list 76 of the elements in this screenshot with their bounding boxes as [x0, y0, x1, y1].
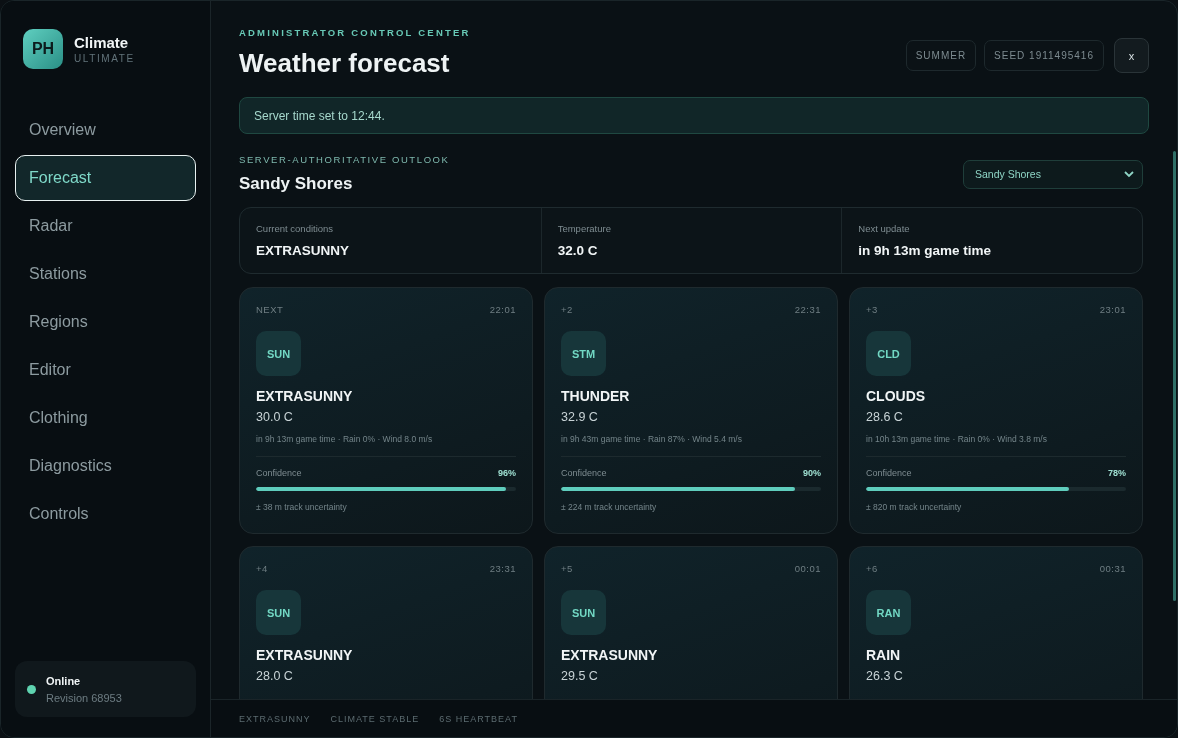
weather-code: CLD — [866, 331, 911, 376]
header-eyebrow: ADMINISTRATOR CONTROL CENTER — [239, 27, 471, 38]
slot-label: +3 — [866, 304, 878, 315]
uncertainty-text: ± 820 m track uncertainty — [866, 502, 963, 512]
slot-time: 23:01 — [1099, 304, 1126, 315]
slot-time: 22:01 — [489, 304, 516, 315]
region-select[interactable]: Sandy Shores — [963, 159, 1143, 189]
info-chip: SEED 1911495416 — [984, 40, 1104, 71]
slot-label: NEXT — [256, 304, 284, 315]
condition-text: CLOUDS — [866, 388, 927, 404]
nav-item[interactable]: Controls — [15, 491, 196, 537]
confidence-value: 78% — [1108, 468, 1126, 478]
slot-label: +4 — [256, 563, 268, 574]
stat-value: EXTRASUNNY — [256, 243, 350, 258]
footer-item: 6S HEARTBEAT — [439, 713, 518, 724]
section-eyebrow: SERVER-AUTHORITATIVE OUTLOOK — [239, 154, 450, 165]
condition-text: RAIN — [866, 647, 902, 663]
slot-time: 00:01 — [794, 563, 821, 574]
chevron-down-icon — [1124, 170, 1134, 178]
slot-time: 23:31 — [489, 563, 516, 574]
nav-item[interactable]: Stations — [15, 251, 196, 297]
footer-item: EXTRASUNNY — [239, 713, 311, 724]
weather-code: RAN — [866, 590, 911, 635]
app-logo: PH — [23, 29, 63, 69]
nav-item[interactable]: Diagnostics — [15, 443, 196, 489]
slot-label: +6 — [866, 563, 878, 574]
details-text: in 9h 43m game time · Rain 87% · Wind 5.4 m/s — [561, 434, 743, 444]
revision-text: Revision 68953 — [46, 691, 122, 704]
temperature-text: 28.0 C — [256, 669, 294, 683]
temperature-text: 26.3 C — [866, 669, 904, 683]
nav-item[interactable]: Radar — [15, 203, 196, 249]
temperature-text: 30.0 C — [256, 410, 294, 424]
uncertainty-text: ± 38 m track uncertainty — [256, 502, 348, 512]
condition-text: EXTRASUNNY — [256, 388, 354, 404]
nav-item[interactable]: Clothing — [15, 395, 196, 441]
slot-time: 22:31 — [794, 304, 821, 315]
nav-item[interactable]: Overview — [15, 107, 196, 153]
details-text: in 10h 13m game time · Rain 0% · Wind 3.8 m/s — [866, 434, 1048, 444]
temperature-text: 28.6 C — [866, 410, 904, 424]
temperature-text: 29.5 C — [561, 669, 599, 683]
footer-item: CLIMATE STABLE — [330, 713, 420, 724]
nav-item[interactable]: Editor — [15, 347, 196, 393]
weather-code: SUN — [256, 590, 301, 635]
brand-name: Climate — [74, 34, 130, 51]
nav-item[interactable]: Regions — [15, 299, 196, 345]
slot-label: +5 — [561, 563, 573, 574]
stat-value: 32.0 C — [557, 243, 599, 258]
confidence-label: Confidence — [256, 468, 302, 478]
confidence-value: 96% — [498, 468, 516, 478]
uncertainty-text: ± 224 m track uncertainty — [561, 502, 658, 512]
notice-banner: Server time set to 12:44. — [239, 97, 1149, 134]
slot-label: +2 — [561, 304, 573, 315]
condition-text: THUNDER — [561, 388, 631, 404]
page-title: Weather forecast — [239, 48, 451, 79]
close-button[interactable]: x — [1114, 38, 1149, 73]
nav-item[interactable]: Forecast — [15, 155, 196, 201]
temperature-text: 32.9 C — [561, 410, 599, 424]
section-title: Sandy Shores — [239, 174, 354, 194]
confidence-label: Confidence — [866, 468, 912, 478]
status-label: Online — [46, 674, 82, 687]
brand-edition: ULTIMATE — [74, 53, 135, 64]
condition-text: EXTRASUNNY — [256, 647, 354, 663]
weather-code: STM — [561, 331, 606, 376]
details-text: in 9h 13m game time · Rain 0% · Wind 8.0 m/s — [256, 434, 434, 444]
condition-text: EXTRASUNNY — [561, 647, 659, 663]
scrollbar-thumb[interactable] — [1173, 151, 1176, 601]
slot-time: 00:31 — [1099, 563, 1126, 574]
confidence-label: Confidence — [561, 468, 607, 478]
confidence-value: 90% — [803, 468, 821, 478]
info-chip: SUMMER — [905, 40, 977, 71]
stat-value: in 9h 13m game time — [858, 243, 993, 258]
weather-code: SUN — [256, 331, 301, 376]
stat-label: Temperature — [557, 223, 612, 234]
stat-label: Next update — [858, 223, 911, 234]
weather-code: SUN — [561, 590, 606, 635]
stat-label: Current conditions — [256, 223, 335, 234]
